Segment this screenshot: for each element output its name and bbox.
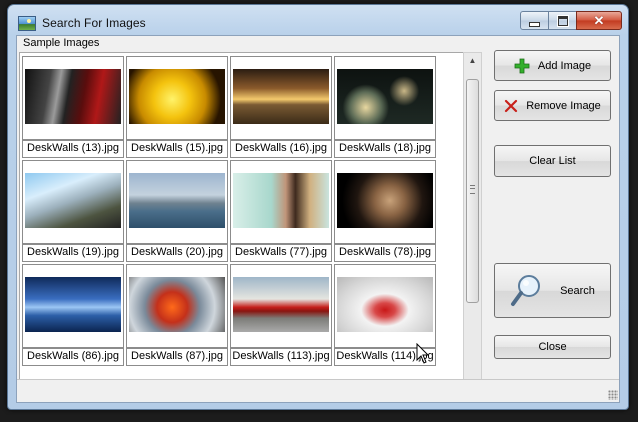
city-skyline-picture bbox=[129, 173, 225, 228]
thumbnail-image[interactable] bbox=[22, 160, 124, 244]
thumbnail-image[interactable] bbox=[126, 160, 228, 244]
scroll-up-arrow-icon[interactable]: ▲ bbox=[464, 53, 481, 69]
search-label: Search bbox=[560, 284, 595, 297]
plus-icon bbox=[514, 58, 530, 74]
image-thumbnail[interactable]: DeskWalls (20).jpg bbox=[126, 160, 228, 263]
close-button[interactable]: Close bbox=[494, 335, 611, 359]
thumbnail-label: DeskWalls (87).jpg bbox=[126, 348, 228, 366]
image-thumbnail[interactable]: DeskWalls (15).jpg bbox=[126, 56, 228, 159]
thumbnail-label: DeskWalls (19).jpg bbox=[22, 244, 124, 262]
car-interior-picture bbox=[25, 69, 121, 124]
remove-image-button[interactable]: Remove Image bbox=[494, 90, 611, 121]
thumbnail-image[interactable] bbox=[230, 264, 332, 348]
thumbnail-label: DeskWalls (77).jpg bbox=[230, 244, 332, 262]
mountain-road-car-picture bbox=[25, 173, 121, 228]
thumbnail-image[interactable] bbox=[334, 160, 436, 244]
image-thumbnail[interactable]: DeskWalls (113).jpg bbox=[230, 264, 332, 367]
resize-grip-icon[interactable] bbox=[608, 390, 618, 400]
race-car-picture bbox=[129, 277, 225, 332]
image-thumbnail[interactable]: DeskWalls (18).jpg bbox=[334, 56, 436, 159]
thumbnail-label: DeskWalls (15).jpg bbox=[126, 140, 228, 158]
lemon-picture bbox=[129, 69, 225, 124]
close-window-button[interactable]: ✕ bbox=[576, 11, 622, 30]
thumbnail-image[interactable] bbox=[126, 56, 228, 140]
clear-list-button[interactable]: Clear List bbox=[494, 145, 611, 177]
image-thumbnail[interactable]: DeskWalls (78).jpg bbox=[334, 160, 436, 263]
image-thumbnail[interactable]: DeskWalls (19).jpg bbox=[22, 160, 124, 263]
thumbnail-label: DeskWalls (16).jpg bbox=[230, 140, 332, 158]
close-label: Close bbox=[538, 341, 567, 353]
blue-sky-picture bbox=[25, 277, 121, 332]
clear-list-label: Clear List bbox=[529, 155, 576, 167]
remove-image-label: Remove Image bbox=[526, 99, 601, 112]
sunset-field-picture bbox=[233, 69, 329, 124]
gallery-scrollbar[interactable]: ▲ ▼ bbox=[463, 52, 482, 393]
red-car-studio-picture bbox=[337, 277, 433, 332]
beach-model-picture bbox=[233, 173, 329, 228]
search-button[interactable]: Search bbox=[494, 263, 611, 318]
thumbnail-label: DeskWalls (78).jpg bbox=[334, 244, 436, 262]
thumbnail-label: DeskWalls (86).jpg bbox=[22, 348, 124, 366]
window-title: Search For Images bbox=[42, 16, 146, 30]
rainy-lights-picture bbox=[337, 69, 433, 124]
image-thumbnail[interactable]: DeskWalls (13).jpg bbox=[22, 56, 124, 159]
status-bar bbox=[17, 379, 619, 401]
scrollbar-thumb[interactable] bbox=[466, 79, 479, 303]
thumbnail-label: DeskWalls (113).jpg bbox=[230, 348, 332, 366]
thumbnail-image[interactable] bbox=[230, 160, 332, 244]
cat-picture bbox=[337, 173, 433, 228]
gallery-group-label: Sample Images bbox=[23, 37, 100, 49]
picture-app-icon bbox=[18, 16, 36, 31]
thumbnail-image[interactable] bbox=[22, 56, 124, 140]
image-thumbnail[interactable]: DeskWalls (77).jpg bbox=[230, 160, 332, 263]
add-image-button[interactable]: Add Image bbox=[494, 50, 611, 81]
image-thumbnail[interactable]: DeskWalls (86).jpg bbox=[22, 264, 124, 367]
thumbnail-image[interactable] bbox=[230, 56, 332, 140]
red-sports-car-picture bbox=[233, 277, 329, 332]
title-bar[interactable]: Search For Images ✕ bbox=[8, 5, 628, 35]
maximize-button[interactable] bbox=[548, 11, 577, 30]
app-window: Search For Images ✕ Sample Images DeskWa… bbox=[7, 4, 629, 410]
thumbnail-label: DeskWalls (20).jpg bbox=[126, 244, 228, 262]
add-image-label: Add Image bbox=[537, 59, 592, 72]
grip-icon bbox=[470, 185, 475, 194]
caption-buttons: ✕ bbox=[520, 11, 622, 30]
close-icon: ✕ bbox=[593, 13, 605, 28]
maximize-icon bbox=[556, 14, 569, 27]
thumbnail-image[interactable] bbox=[126, 264, 228, 348]
image-gallery[interactable]: DeskWalls (13).jpg DeskWalls (15).jpg De… bbox=[19, 52, 464, 393]
x-icon bbox=[504, 99, 518, 113]
mouse-cursor-icon bbox=[416, 343, 430, 364]
thumbnail-image[interactable] bbox=[22, 264, 124, 348]
minimize-icon bbox=[529, 21, 540, 27]
thumbnail-label: DeskWalls (18).jpg bbox=[334, 140, 436, 158]
magnifier-icon bbox=[510, 274, 542, 308]
thumbnail-image[interactable] bbox=[334, 264, 436, 348]
client-area: Sample Images DeskWalls (13).jpg DeskWal… bbox=[16, 35, 620, 403]
minimize-button[interactable] bbox=[520, 11, 549, 30]
thumbnail-image[interactable] bbox=[334, 56, 436, 140]
image-thumbnail[interactable]: DeskWalls (87).jpg bbox=[126, 264, 228, 367]
thumbnail-label: DeskWalls (13).jpg bbox=[22, 140, 124, 158]
image-thumbnail[interactable]: DeskWalls (16).jpg bbox=[230, 56, 332, 159]
